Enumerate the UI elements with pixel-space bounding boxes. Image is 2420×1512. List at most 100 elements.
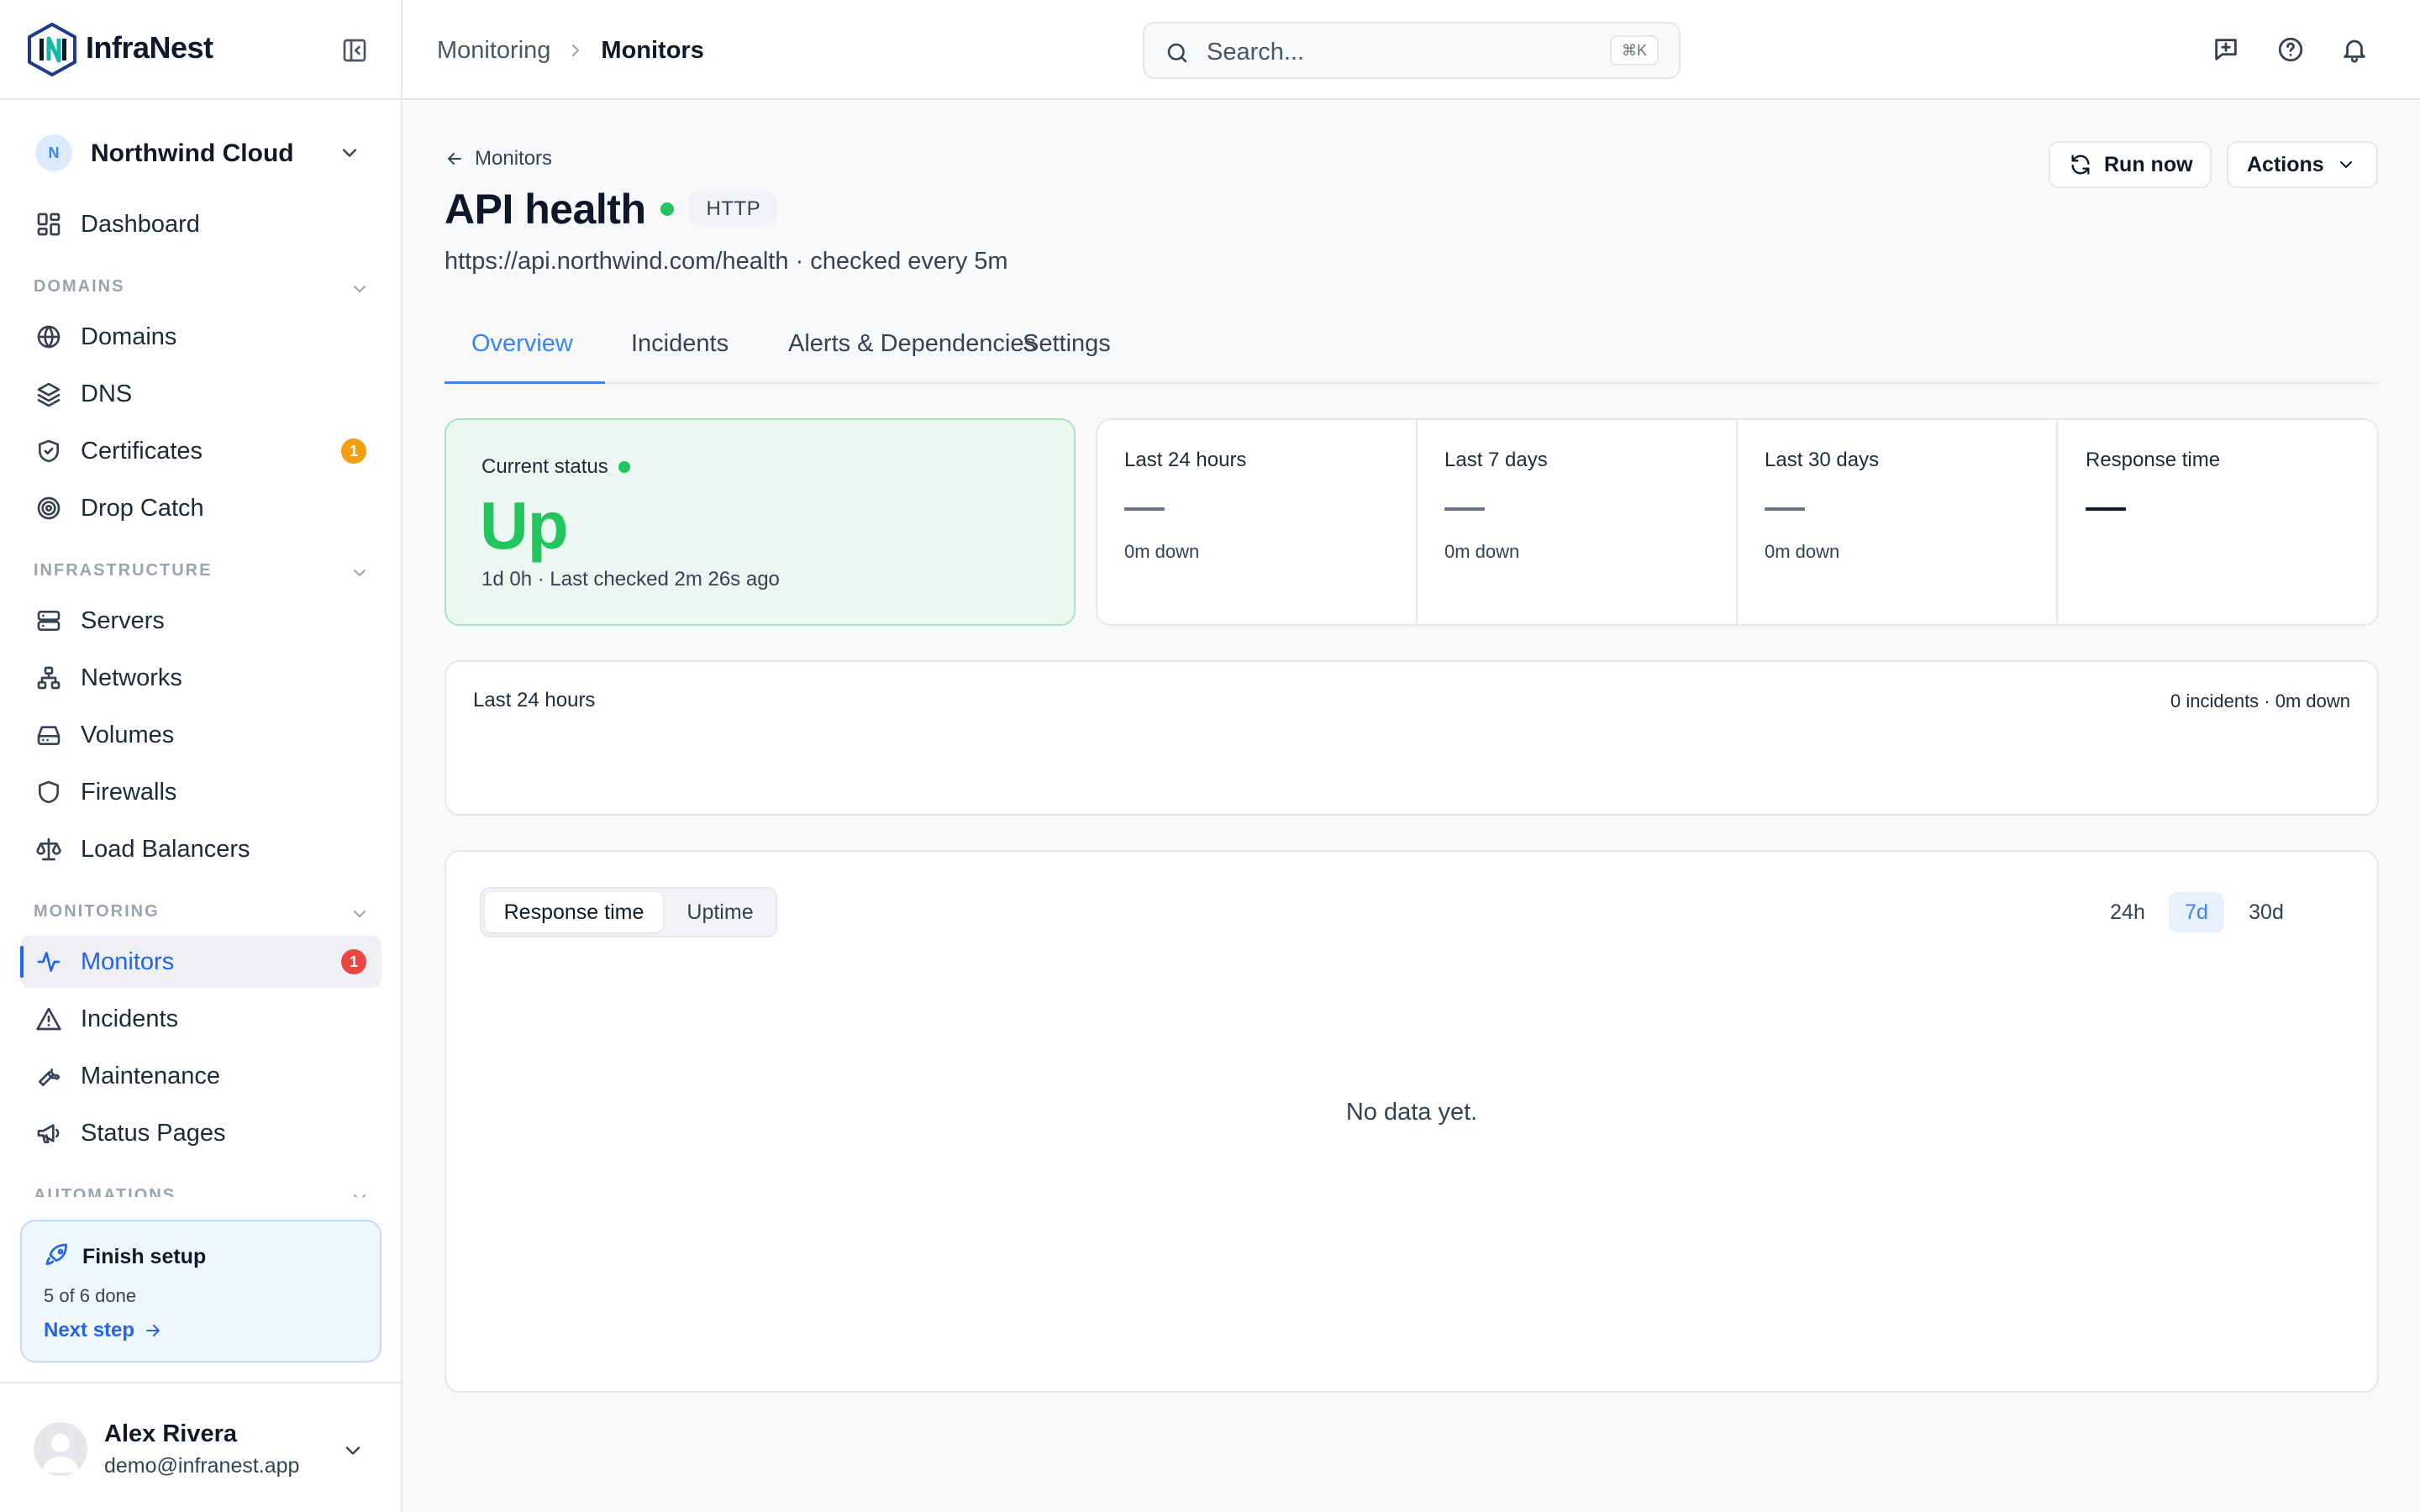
section-monitoring[interactable]: MONITORING bbox=[34, 902, 370, 927]
tab-alerts-dependencies[interactable]: Alerts & Dependencies bbox=[788, 330, 1036, 384]
status-dot bbox=[618, 461, 630, 473]
network-icon bbox=[35, 664, 62, 691]
org-switcher[interactable]: N Northwind Cloud bbox=[32, 129, 376, 176]
sidebar-item-load-balancers[interactable]: Load Balancers bbox=[20, 823, 381, 875]
sidebar-item-monitors[interactable]: Monitors 1 bbox=[20, 936, 381, 988]
bell-icon[interactable] bbox=[2340, 35, 2369, 64]
section-infrastructure[interactable]: INFRASTRUCTURE bbox=[34, 561, 370, 586]
run-now-label: Run now bbox=[2104, 152, 2193, 176]
search-placeholder: Search... bbox=[1207, 39, 1305, 66]
sidebar-item-drop-catch[interactable]: Drop Catch bbox=[20, 482, 381, 534]
section-label: AUTOMATIONS bbox=[34, 1186, 176, 1197]
monitor-subtitle: https://api.northwind.com/health · check… bbox=[445, 248, 1008, 275]
sidebar-item-label: Domains bbox=[81, 323, 177, 350]
wrench-icon bbox=[35, 1063, 62, 1089]
tab-bar: Overview Incidents Alerts & Dependencies… bbox=[445, 322, 2379, 384]
sidebar-item-domains[interactable]: Domains bbox=[20, 311, 381, 363]
avatar bbox=[34, 1422, 87, 1476]
search-icon bbox=[1165, 40, 1190, 66]
sidebar-item-status-pages[interactable]: Status Pages bbox=[20, 1107, 381, 1159]
sidebar-item-label: DNS bbox=[81, 380, 133, 407]
sidebar-nav: Dashboard DOMAINS Domains DNS Certificat… bbox=[0, 193, 401, 1197]
status-label: Current status bbox=[481, 455, 608, 478]
range-30d[interactable]: 30d bbox=[2236, 892, 2296, 932]
monitors-badge: 1 bbox=[341, 949, 366, 974]
run-now-button[interactable]: Run now bbox=[2049, 141, 2212, 188]
stat-last-30d: Last 30 days 0m down bbox=[1738, 420, 2058, 624]
sidebar-item-label: Certificates bbox=[81, 437, 203, 465]
stat-label: Last 30 days bbox=[1765, 449, 1880, 471]
stat-downtime: 0m down bbox=[1124, 541, 1200, 562]
monitor-type-badge: HTTP bbox=[689, 192, 778, 226]
next-step-label: Next step bbox=[44, 1319, 135, 1341]
section-domains[interactable]: DOMAINS bbox=[34, 277, 370, 302]
hard-drive-icon bbox=[35, 722, 62, 748]
chevron-down-icon bbox=[350, 279, 370, 299]
sidebar-item-dashboard[interactable]: Dashboard bbox=[20, 198, 381, 250]
section-label: INFRASTRUCTURE bbox=[34, 561, 213, 580]
uptime-timeline-card: Last 24 hours 0 incidents · 0m down bbox=[445, 660, 2379, 816]
chevron-down-icon bbox=[350, 1188, 370, 1197]
sidebar-item-volumes[interactable]: Volumes bbox=[20, 709, 381, 761]
user-name: Alex Rivera bbox=[104, 1420, 237, 1447]
arrow-left-icon bbox=[445, 149, 465, 169]
chart-empty-state: No data yet. bbox=[1345, 1099, 1478, 1126]
sidebar-item-label: Drop Catch bbox=[81, 494, 204, 522]
shield-check-icon bbox=[35, 438, 62, 465]
rocket-icon bbox=[44, 1242, 71, 1268]
sidebar-item-incidents[interactable]: Incidents bbox=[20, 993, 381, 1045]
warning-triangle-icon bbox=[35, 1005, 62, 1032]
tab-overview[interactable]: Overview bbox=[445, 330, 605, 384]
stat-empty-value bbox=[1444, 507, 1485, 511]
page-title: API health bbox=[445, 186, 646, 233]
section-label: DOMAINS bbox=[34, 277, 125, 296]
section-automations[interactable]: AUTOMATIONS bbox=[34, 1186, 370, 1197]
sidebar-item-label: Incidents bbox=[81, 1005, 179, 1032]
actions-dropdown[interactable]: Actions bbox=[2227, 141, 2378, 188]
setup-progress: 5 of 6 done bbox=[44, 1285, 137, 1306]
stat-empty-value bbox=[1765, 507, 1805, 511]
metric-response-time[interactable]: Response time bbox=[485, 892, 663, 932]
stat-response-time: Response time bbox=[2059, 420, 2377, 624]
sidebar-item-maintenance[interactable]: Maintenance bbox=[20, 1050, 381, 1102]
app-name: InfraNest bbox=[86, 30, 213, 65]
sidebar-item-certificates[interactable]: Certificates 1 bbox=[20, 425, 381, 477]
tab-incidents[interactable]: Incidents bbox=[631, 330, 729, 384]
range-24h[interactable]: 24h bbox=[2100, 892, 2155, 932]
collapse-sidebar-icon[interactable] bbox=[341, 37, 368, 64]
breadcrumb-parent[interactable]: Monitoring bbox=[437, 37, 550, 65]
timeline-title: Last 24 hours bbox=[473, 689, 596, 711]
current-status-card: Current status Up 1d 0h · Last checked 2… bbox=[445, 418, 1076, 626]
topbar: Monitoring Monitors Search... ⌘K bbox=[402, 0, 2420, 100]
section-label: MONITORING bbox=[34, 902, 160, 921]
logo-icon bbox=[27, 22, 77, 77]
stat-label: Last 7 days bbox=[1444, 449, 1548, 471]
tab-settings[interactable]: Settings bbox=[1023, 330, 1111, 384]
chevron-down-icon bbox=[341, 1439, 365, 1462]
metric-toggle: Response time Uptime bbox=[480, 887, 777, 937]
shield-icon bbox=[35, 779, 62, 806]
back-to-monitors-link[interactable]: Monitors bbox=[445, 147, 552, 171]
metric-uptime[interactable]: Uptime bbox=[668, 892, 772, 932]
back-link-label: Monitors bbox=[475, 147, 553, 170]
search-input[interactable]: Search... ⌘K bbox=[1143, 22, 1681, 79]
next-step-link[interactable]: Next step bbox=[44, 1319, 163, 1342]
sidebar-item-firewalls[interactable]: Firewalls bbox=[20, 766, 381, 818]
globe-icon bbox=[35, 323, 62, 350]
chevron-down-icon bbox=[350, 563, 370, 583]
chart-card: Response time Uptime 24h 7d 30d No data … bbox=[445, 850, 2379, 1393]
finish-setup-card[interactable]: Finish setup 5 of 6 done Next step bbox=[20, 1220, 381, 1362]
main-content: Monitors API health HTTP https://api.nor… bbox=[402, 100, 2420, 1512]
stat-last-7d: Last 7 days 0m down bbox=[1418, 420, 1738, 624]
sidebar-item-networks[interactable]: Networks bbox=[20, 652, 381, 704]
sidebar-item-servers[interactable]: Servers bbox=[20, 595, 381, 647]
feedback-icon[interactable] bbox=[2212, 35, 2240, 64]
arrow-right-icon bbox=[143, 1320, 163, 1341]
user-menu[interactable]: Alex Rivera demo@infranest.app bbox=[0, 1382, 401, 1512]
stat-label: Response time bbox=[2086, 449, 2221, 471]
title-row: API health HTTP bbox=[445, 182, 778, 236]
range-7d[interactable]: 7d bbox=[2169, 892, 2224, 932]
stat-label: Last 24 hours bbox=[1124, 449, 1247, 471]
help-icon[interactable] bbox=[2276, 35, 2305, 64]
sidebar-item-dns[interactable]: DNS bbox=[20, 368, 381, 420]
